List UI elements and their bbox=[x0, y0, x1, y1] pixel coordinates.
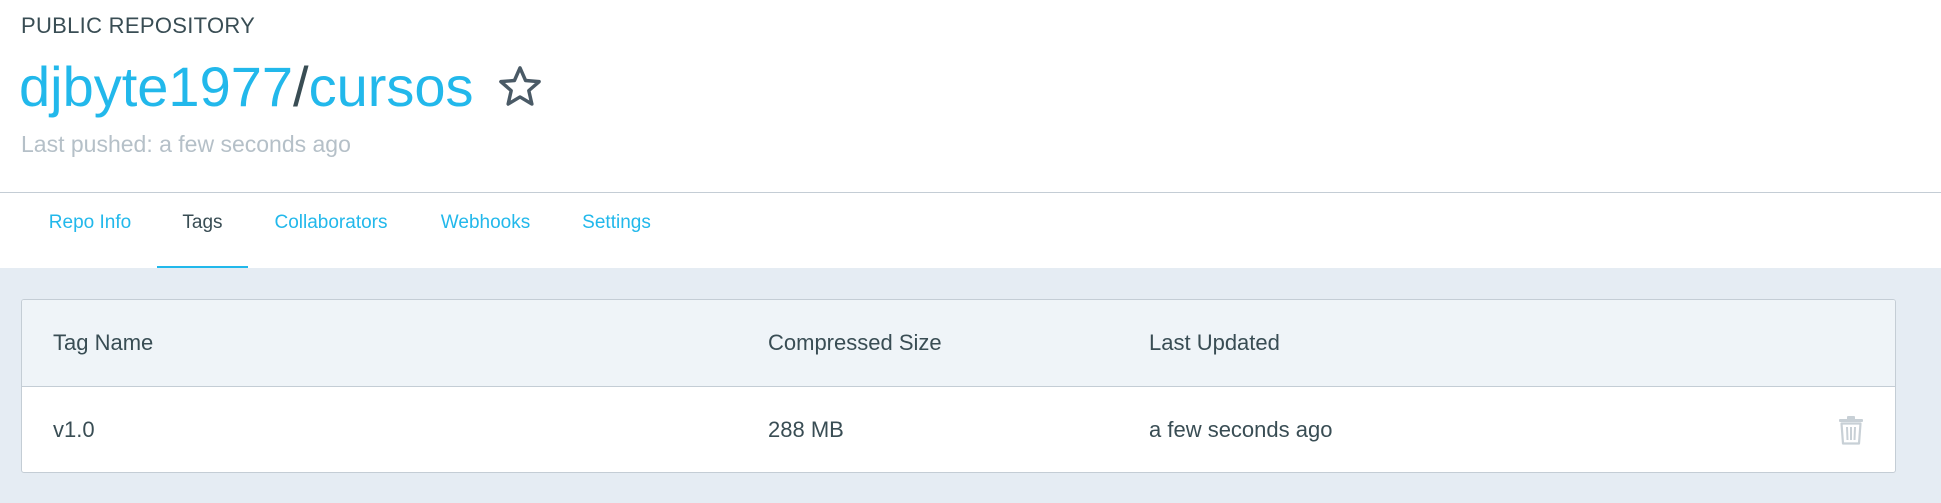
repo-visibility-label: PUBLIC REPOSITORY bbox=[21, 13, 256, 38]
tab-webhooks[interactable]: Webhooks bbox=[420, 193, 551, 268]
tab-tags[interactable]: Tags bbox=[157, 193, 248, 268]
repo-title: djbyte1977/cursos bbox=[19, 55, 474, 119]
column-header-last-updated: Last Updated bbox=[1149, 330, 1280, 355]
repo-header: PUBLIC REPOSITORY djbyte1977/cursos Last… bbox=[0, 0, 1941, 193]
repo-title-separator: / bbox=[293, 55, 309, 118]
table-header-row: Tag Name Compressed Size Last Updated bbox=[22, 300, 1895, 387]
table-row: v1.0 288 MB a few seconds ago bbox=[22, 387, 1895, 472]
repo-owner-link[interactable]: djbyte1977 bbox=[19, 55, 293, 118]
tags-table: Tag Name Compressed Size Last Updated v1… bbox=[21, 299, 1896, 473]
tag-name-cell: v1.0 bbox=[53, 417, 95, 442]
tab-repo-info[interactable]: Repo Info bbox=[27, 193, 153, 268]
column-header-compressed-size: Compressed Size bbox=[768, 330, 942, 355]
repo-title-row: djbyte1977/cursos bbox=[19, 55, 544, 119]
trash-icon[interactable] bbox=[1837, 415, 1865, 445]
repo-tabs: Repo Info Tags Collaborators Webhooks Se… bbox=[0, 193, 1941, 268]
last-updated-cell: a few seconds ago bbox=[1149, 417, 1333, 442]
compressed-size-cell: 288 MB bbox=[768, 417, 844, 442]
star-icon[interactable] bbox=[496, 63, 544, 111]
tab-settings[interactable]: Settings bbox=[566, 193, 667, 268]
tags-content: Tag Name Compressed Size Last Updated v1… bbox=[0, 268, 1941, 503]
repo-name-link[interactable]: cursos bbox=[309, 55, 474, 118]
tab-collaborators[interactable]: Collaborators bbox=[255, 193, 407, 268]
column-header-tag-name: Tag Name bbox=[53, 330, 154, 355]
last-pushed-text: Last pushed: a few seconds ago bbox=[21, 131, 351, 157]
